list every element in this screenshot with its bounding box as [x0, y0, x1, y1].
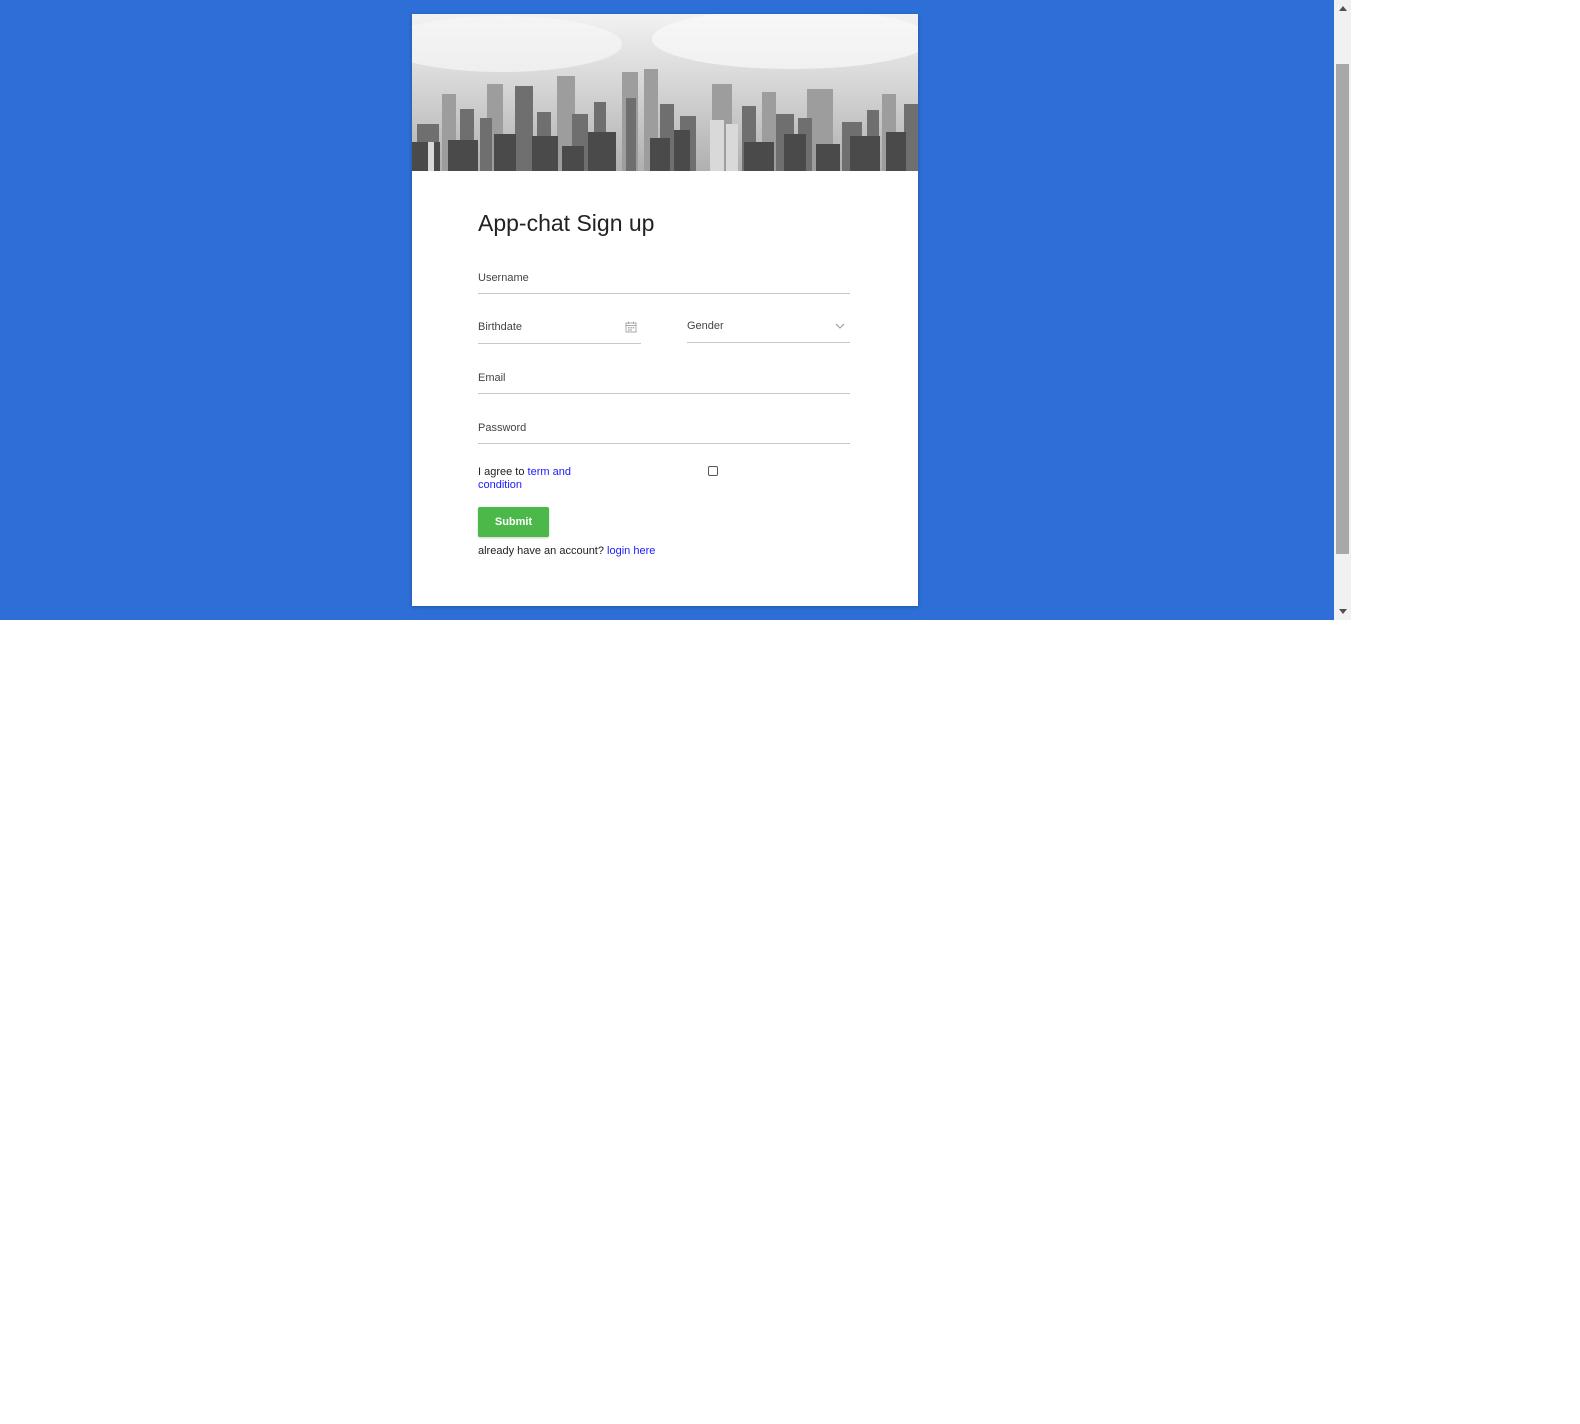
username-field[interactable] — [478, 263, 850, 294]
scroll-down-arrow-icon — [1338, 609, 1347, 614]
submit-button[interactable]: Submit — [478, 507, 549, 537]
page-title: App-chat Sign up — [478, 210, 655, 236]
scroll-up-arrow-icon — [1338, 6, 1347, 11]
scroll-thumb[interactable] — [1336, 64, 1349, 554]
login-prompt: already have an account? login here — [478, 545, 655, 557]
username-input[interactable] — [478, 263, 850, 293]
calendar-icon[interactable] — [625, 321, 637, 333]
scroll-down-button[interactable] — [1334, 603, 1351, 620]
login-link[interactable]: login here — [607, 545, 655, 557]
scroll-up-button[interactable] — [1334, 0, 1351, 17]
email-input[interactable] — [478, 363, 850, 393]
vertical-scrollbar[interactable] — [1334, 0, 1351, 620]
city-skyline-image — [412, 14, 918, 171]
password-field[interactable] — [478, 413, 850, 444]
page-background: App-chat Sign up Birthdate Gender — [0, 0, 1334, 620]
gender-select[interactable]: Gender — [687, 312, 850, 343]
terms-agreement-text: I agree to term and condition — [478, 466, 588, 492]
login-prefix: already have an account? — [478, 545, 608, 557]
city-skyline-banner — [412, 14, 918, 171]
terms-checkbox[interactable] — [708, 466, 718, 476]
chevron-down-icon — [835, 323, 845, 329]
email-field[interactable] — [478, 363, 850, 394]
birthdate-label: Birthdate — [478, 321, 523, 333]
password-input[interactable] — [478, 413, 850, 443]
gender-label: Gender — [687, 320, 724, 332]
agree-prefix: I agree to — [478, 466, 528, 478]
signup-card: App-chat Sign up Birthdate Gender — [412, 14, 918, 606]
birthdate-field[interactable]: Birthdate — [478, 313, 641, 344]
